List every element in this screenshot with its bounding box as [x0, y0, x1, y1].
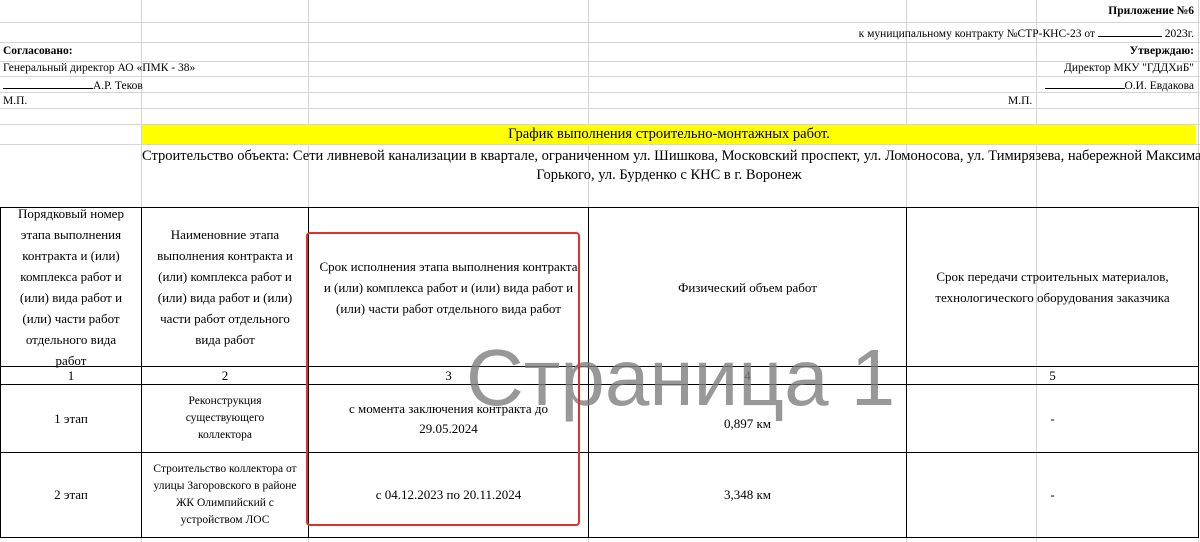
- column-number: 2: [221, 367, 229, 383]
- row2-volume: 3,348 км: [723, 487, 772, 502]
- object-line-1: Строительство объекта: Сети ливневой кан…: [142, 148, 1200, 164]
- grid-row-line: [0, 108, 1200, 109]
- contract-suffix: 2023г.: [1164, 28, 1194, 40]
- signature-line: [1044, 78, 1125, 89]
- agreed-label: Согласовано:: [3, 45, 73, 57]
- header-stage-number: Порядковый номер этапа выполнения контра…: [18, 206, 124, 368]
- grid-row-line: [0, 22, 1200, 23]
- column-number: 5: [1049, 367, 1056, 383]
- contract-reference: к муниципальному контракту №СТР-КНС-23 о…: [859, 26, 1194, 40]
- grid-row-line: [0, 42, 1200, 43]
- table-border: [0, 537, 1199, 538]
- signature-line: [3, 78, 93, 89]
- contract-prefix: к муниципальному контракту №СТР-КНС-23 о…: [858, 28, 1095, 40]
- grid-row-line: [0, 76, 1200, 77]
- date-blank: [1097, 26, 1162, 37]
- approve-name: О.И. Евдакова: [1124, 80, 1195, 92]
- approve-position: Директор МКУ "ГДДХиБ": [1064, 62, 1194, 74]
- column-number: 1: [67, 367, 75, 383]
- agreed-name: А.Р. Теков: [93, 80, 143, 92]
- row2-stage: 2 этап: [54, 487, 88, 502]
- stamp-left: М.П.: [3, 95, 28, 107]
- header-stage-name: Наименовние этапа выполнения контракта и…: [157, 227, 293, 347]
- object-line-2: Горького, ул. Бурденко с КНС в г. Вороне…: [536, 167, 802, 183]
- approve-label: Утверждаю:: [1129, 45, 1194, 57]
- term-highlight-box: [306, 232, 580, 526]
- row2-name: Строительство коллектора от улицы Загоро…: [153, 463, 297, 526]
- header-transfer: Срок передачи строительных материалов, т…: [935, 269, 1170, 305]
- grid-row-line: [0, 92, 1200, 93]
- schedule-title: График выполнения строительно-монтажных …: [508, 126, 830, 142]
- agreed-position: Генеральный директор АО «ПМК - 38»: [3, 62, 196, 74]
- row1-transfer: -: [1050, 410, 1055, 426]
- agreed-signature: А.Р. Теков: [3, 78, 143, 92]
- row1-stage: 1 этап: [54, 410, 88, 426]
- approve-signature: О.И. Евдакова: [1044, 78, 1195, 92]
- row2-transfer: -: [1050, 487, 1055, 502]
- table-border: [1198, 207, 1199, 538]
- appendix-number: Приложение №6: [1108, 5, 1194, 17]
- stamp-right: М.П.: [1008, 95, 1033, 107]
- grid-row-line: [0, 144, 1200, 145]
- row1-name: Реконструкция существующего коллектора: [185, 395, 265, 441]
